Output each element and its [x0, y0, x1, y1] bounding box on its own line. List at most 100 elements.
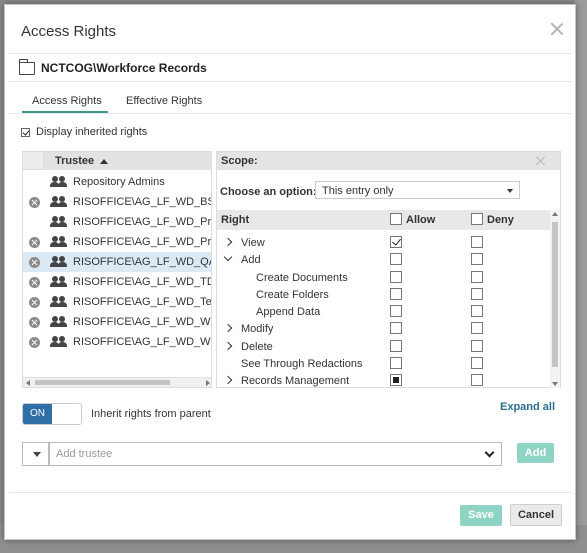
right-label: Records Management	[241, 375, 350, 387]
deny-checkbox[interactable]	[471, 357, 483, 369]
trustee-row[interactable]: RISOFFICE\AG_LF_WD_QA_MC	[23, 252, 211, 272]
trustee-row[interactable]: RISOFFICE\AG_LF_WD_WFSUP	[23, 332, 211, 352]
close-icon[interactable]	[535, 155, 547, 167]
tab-access-rights[interactable]: Access Rights	[32, 95, 102, 107]
deny-checkbox[interactable]	[471, 340, 483, 352]
right-label: See Through Redactions	[241, 358, 363, 370]
chevron-right-icon[interactable]	[223, 375, 233, 385]
right-label: Append Data	[256, 306, 321, 318]
tab-effective-rights[interactable]: Effective Rights	[126, 95, 202, 107]
background-overlay-right	[575, 0, 587, 553]
deny-checkbox[interactable]	[471, 288, 483, 300]
trustee-type-dropdown[interactable]	[22, 442, 49, 466]
cancel-button[interactable]: Cancel	[510, 504, 562, 526]
group-icon	[50, 336, 68, 348]
chevron-right-icon[interactable]	[223, 341, 233, 351]
divider	[9, 53, 571, 54]
display-inherited-checkbox[interactable]	[21, 127, 30, 137]
inherit-rights-toggle[interactable]: ON	[22, 403, 82, 425]
deny-checkbox[interactable]	[471, 236, 483, 248]
group-icon	[50, 196, 68, 208]
divider	[9, 492, 571, 493]
right-row: Create Documents	[217, 271, 551, 288]
allow-checkbox[interactable]	[390, 305, 402, 317]
close-icon[interactable]	[549, 21, 565, 37]
allow-checkbox[interactable]	[390, 236, 402, 248]
add-trustee-placeholder: Add trustee	[56, 448, 113, 460]
divider	[9, 113, 571, 114]
right-row: Add	[217, 252, 551, 270]
right-row: Modify	[217, 322, 551, 339]
remove-circle-icon[interactable]	[29, 336, 40, 348]
allow-checkbox[interactable]	[390, 253, 402, 265]
chevron-right-icon[interactable]	[223, 323, 233, 333]
scope-label: Scope:	[221, 155, 258, 167]
remove-circle-icon[interactable]	[29, 276, 40, 288]
trustee-name: RISOFFICE\AG_LF_WD_BSC_VI	[73, 196, 211, 208]
chevron-down-icon[interactable]	[484, 447, 495, 458]
scope-option-select[interactable]: This entry only	[315, 181, 520, 199]
save-button[interactable]: Save	[460, 505, 502, 526]
group-icon	[50, 256, 68, 268]
deny-checkbox[interactable]	[471, 322, 483, 334]
scrollbar-thumb[interactable]	[35, 380, 170, 385]
caret-down-icon	[33, 452, 41, 457]
scroll-down-icon[interactable]	[552, 382, 558, 386]
allow-checkbox[interactable]	[390, 374, 402, 386]
expand-all-link[interactable]: Expand all	[500, 401, 555, 413]
allow-checkbox[interactable]	[390, 340, 402, 352]
trustee-row[interactable]: RISOFFICE\AG_LF_WD_BSC_VI	[23, 192, 211, 212]
right-label: View	[241, 237, 265, 249]
trustee-name: RISOFFICE\AG_LF_WD_WF_Sta	[73, 316, 211, 328]
sort-ascending-icon	[100, 159, 108, 164]
deny-all-checkbox[interactable]	[471, 213, 483, 225]
trustee-name: RISOFFICE\AG_LF_WD_QA_MC	[73, 256, 211, 268]
trustee-row[interactable]: Repository Admins	[23, 172, 211, 192]
remove-circle-icon[interactable]	[29, 256, 40, 268]
trustee-row[interactable]: RISOFFICE\AG_LF_WD_Test_Vi	[23, 292, 212, 312]
scroll-right-icon[interactable]	[206, 380, 210, 386]
trustee-row[interactable]: RISOFFICE\AG_LF_WD_Proces	[23, 232, 212, 252]
right-row: Create Folders	[217, 288, 551, 305]
right-label: Delete	[241, 341, 273, 353]
scroll-up-icon[interactable]	[552, 212, 558, 216]
add-trustee-button[interactable]: Add	[517, 443, 554, 463]
dialog-title: Access Rights	[21, 23, 117, 40]
right-row: Records Management	[217, 374, 551, 391]
deny-checkbox[interactable]	[471, 253, 483, 265]
rights-table-header: Right Allow Deny	[217, 210, 560, 230]
remove-circle-icon[interactable]	[29, 196, 40, 208]
chevron-down-icon[interactable]	[223, 252, 233, 262]
trustee-row[interactable]: RISOFFICE\AG_LF_WD_Proces	[23, 212, 211, 232]
access-rights-dialog: Access Rights NCTCOG\Workforce Records A…	[4, 4, 576, 540]
scrollbar-thumb[interactable]	[552, 222, 558, 367]
remove-circle-icon[interactable]	[29, 316, 40, 328]
trustee-row[interactable]: RISOFFICE\AG_LF_WD_WF_Sta	[23, 312, 211, 332]
allow-checkbox[interactable]	[390, 271, 402, 283]
group-icon	[50, 296, 68, 308]
trustee-name: RISOFFICE\AG_LF_WD_Test_Vi	[73, 296, 212, 308]
right-label: Add	[241, 254, 261, 266]
allow-checkbox[interactable]	[390, 357, 402, 369]
allow-all-checkbox[interactable]	[390, 213, 402, 225]
chevron-down-icon	[507, 189, 513, 193]
vertical-scrollbar[interactable]	[550, 210, 560, 388]
trustee-row[interactable]: RISOFFICE\AG_LF_WD_TDS_VI	[23, 272, 211, 292]
chevron-right-icon[interactable]	[223, 237, 233, 247]
remove-circle-icon[interactable]	[29, 296, 40, 308]
deny-checkbox[interactable]	[471, 374, 483, 386]
deny-checkbox[interactable]	[471, 305, 483, 317]
group-icon	[50, 236, 68, 248]
choose-option-label: Choose an option:	[220, 186, 317, 198]
right-row: See Through Redactions	[217, 357, 551, 374]
scroll-left-icon[interactable]	[26, 380, 30, 386]
add-trustee-input[interactable]: Add trustee	[49, 442, 502, 466]
display-inherited-label: Display inherited rights	[36, 126, 148, 138]
deny-checkbox[interactable]	[471, 271, 483, 283]
allow-checkbox[interactable]	[390, 288, 402, 300]
horizontal-scrollbar[interactable]	[23, 377, 211, 387]
right-column-label: Right	[221, 214, 250, 226]
allow-checkbox[interactable]	[390, 322, 402, 334]
trustee-name: RISOFFICE\AG_LF_WD_Proces	[73, 236, 212, 248]
remove-circle-icon[interactable]	[29, 236, 40, 248]
